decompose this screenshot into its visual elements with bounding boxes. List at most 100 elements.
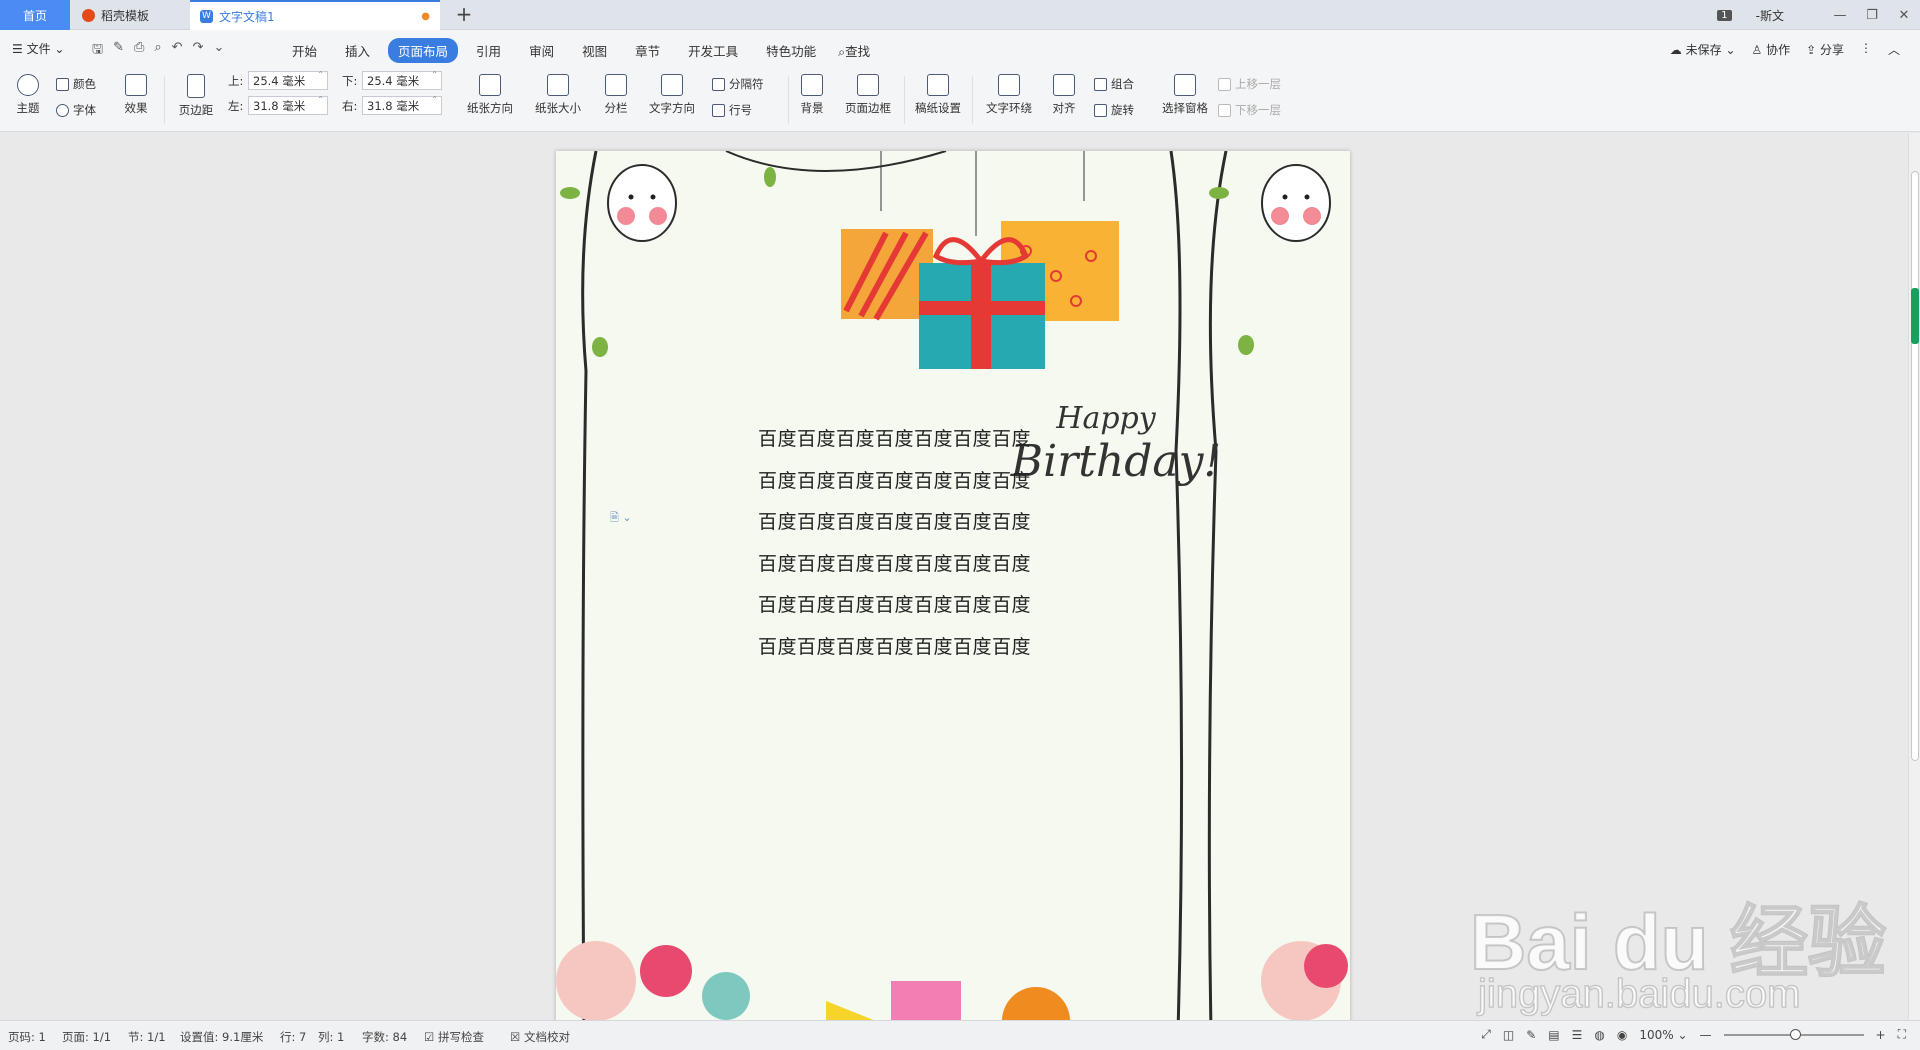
font-button[interactable]: 字体 bbox=[56, 102, 96, 118]
document-page[interactable]: Happy Birthday! 🗎 ⌄ 百度百度百度百度百度百度百度 百度百度百… bbox=[556, 151, 1350, 1020]
body-line[interactable]: 百度百度百度百度百度百度百度 bbox=[758, 461, 1058, 503]
status-col[interactable]: 列: 1 bbox=[318, 1029, 344, 1045]
selection-pane-button[interactable]: 选择窗格 bbox=[1158, 74, 1212, 116]
bring-forward-button[interactable]: 上移一层 bbox=[1218, 76, 1281, 92]
status-row[interactable]: 行: 7 bbox=[280, 1029, 306, 1045]
paragraph-layout-icon[interactable]: 🗎 ⌄ bbox=[610, 509, 632, 528]
save-icon[interactable]: 🖫 bbox=[92, 40, 103, 62]
window-count-badge[interactable]: 1 bbox=[1717, 9, 1732, 21]
tab-developer[interactable]: 开发工具 bbox=[678, 38, 748, 63]
margin-left-input[interactable]: 31.8 毫米 bbox=[248, 95, 328, 115]
collab-button[interactable]: ♙ 协作 bbox=[1752, 41, 1791, 58]
align-button[interactable]: 对齐 bbox=[1046, 74, 1082, 116]
print-icon[interactable]: ⎙ bbox=[134, 40, 144, 62]
line-numbers-button[interactable]: 行号 bbox=[712, 102, 752, 118]
text-direction-button[interactable]: 文字方向 bbox=[642, 74, 702, 116]
tab-view[interactable]: 视图 bbox=[572, 38, 617, 63]
redo-icon[interactable]: ↷ bbox=[193, 40, 204, 62]
send-backward-icon bbox=[1218, 103, 1231, 117]
zoom-slider[interactable] bbox=[1723, 1028, 1864, 1040]
fullscreen-icon[interactable]: ⤢ bbox=[1481, 1027, 1491, 1042]
body-line[interactable]: 百度百度百度百度百度百度百度 bbox=[758, 502, 1058, 544]
tab-references[interactable]: 引用 bbox=[466, 38, 511, 63]
send-backward-button[interactable]: 下移一层 bbox=[1218, 102, 1281, 118]
spell-check-button[interactable]: ☑ 拼写检查 bbox=[424, 1029, 484, 1045]
collapse-ribbon-icon[interactable]: ︿ bbox=[1888, 41, 1900, 58]
reading-mode-icon[interactable]: ◫ bbox=[1503, 1028, 1514, 1042]
background-label: 背景 bbox=[800, 101, 824, 115]
tab-features[interactable]: 特色功能 bbox=[756, 38, 826, 63]
separator-button[interactable]: 分隔符 bbox=[712, 76, 764, 92]
page-view-icon[interactable]: ▤ bbox=[1548, 1028, 1559, 1042]
tab-home[interactable]: 首页 bbox=[0, 0, 70, 30]
body-line[interactable]: 百度百度百度百度百度百度百度 bbox=[758, 544, 1058, 586]
scroll-thumb[interactable] bbox=[1911, 171, 1919, 761]
margin-bottom-input[interactable]: 25.4 毫米 bbox=[362, 70, 442, 90]
font-icon bbox=[56, 103, 69, 117]
tab-section[interactable]: 章节 bbox=[625, 38, 670, 63]
zoom-out-icon[interactable]: — bbox=[1700, 1028, 1712, 1042]
undo-icon[interactable]: ↶ bbox=[172, 40, 183, 62]
margin-top-input[interactable]: 25.4 毫米 bbox=[248, 70, 328, 90]
share-button[interactable]: ⇪ 分享 bbox=[1806, 41, 1844, 58]
manuscript-button[interactable]: 稿纸设置 bbox=[910, 74, 966, 116]
tab-template[interactable]: 稻壳模板 bbox=[72, 0, 188, 30]
group-button[interactable]: 组合 bbox=[1094, 76, 1134, 92]
background-button[interactable]: 背景 bbox=[794, 74, 830, 116]
edit-mode-icon[interactable]: ✎ bbox=[1526, 1028, 1536, 1042]
tab-document[interactable]: W 文字文稿1 ● bbox=[190, 0, 440, 30]
orientation-button[interactable]: 纸张方向 bbox=[460, 74, 520, 116]
format-painter-icon[interactable]: ✎ bbox=[113, 40, 124, 62]
zoom-level[interactable]: 100% ⌄ bbox=[1639, 1028, 1687, 1042]
restore-icon[interactable]: ❐ bbox=[1856, 8, 1888, 23]
tab-page-layout[interactable]: 页面布局 bbox=[388, 38, 459, 63]
tab-review[interactable]: 审阅 bbox=[519, 38, 564, 63]
unsaved-button[interactable]: ☁ 未保存 ⌄ bbox=[1670, 41, 1736, 58]
web-view-icon[interactable]: ◍ bbox=[1594, 1028, 1604, 1042]
status-pages[interactable]: 页面: 1/1 bbox=[62, 1029, 111, 1045]
theme-button[interactable]: 主题 bbox=[8, 74, 48, 116]
tab-start[interactable]: 开始 bbox=[282, 38, 327, 63]
zoom-in-icon[interactable]: + bbox=[1876, 1028, 1886, 1042]
share-icon: ⇪ bbox=[1806, 43, 1820, 57]
color-button[interactable]: 颜色 bbox=[56, 76, 96, 92]
zoom-slider-knob[interactable] bbox=[1789, 1028, 1801, 1040]
text-direction-icon bbox=[661, 74, 683, 96]
new-tab-button[interactable]: + bbox=[452, 3, 476, 27]
page-border-button[interactable]: 页面边框 bbox=[840, 74, 896, 116]
print-preview-icon[interactable]: ⌕ bbox=[154, 40, 161, 62]
columns-button[interactable]: 分栏 bbox=[596, 74, 636, 116]
body-line[interactable]: 百度百度百度百度百度百度百度 bbox=[758, 419, 1058, 461]
status-page-no[interactable]: 页码: 1 bbox=[8, 1029, 46, 1045]
vertical-scrollbar[interactable] bbox=[1908, 133, 1920, 1020]
effect-label: 效果 bbox=[124, 101, 148, 115]
user-account[interactable]: -斯文 bbox=[1756, 7, 1784, 24]
body-line[interactable]: 百度百度百度百度百度百度百度 bbox=[758, 627, 1058, 669]
text-wrap-button[interactable]: 文字环绕 bbox=[978, 74, 1040, 116]
more-icon[interactable]: ⋮ bbox=[1860, 41, 1872, 58]
body-line[interactable]: 百度百度百度百度百度百度百度 bbox=[758, 585, 1058, 627]
paper-size-label: 纸张大小 bbox=[535, 101, 581, 115]
status-words[interactable]: 字数: 84 bbox=[362, 1029, 407, 1045]
close-icon[interactable]: ✕ bbox=[1888, 8, 1920, 23]
document-body[interactable]: 百度百度百度百度百度百度百度 百度百度百度百度百度百度百度 百度百度百度百度百度… bbox=[758, 419, 1058, 668]
document-workspace[interactable]: Happy Birthday! 🗎 ⌄ 百度百度百度百度百度百度百度 百度百度百… bbox=[0, 133, 1908, 1020]
margins-button[interactable]: 页边距 bbox=[172, 74, 220, 118]
status-section[interactable]: 节: 1/1 bbox=[128, 1029, 166, 1045]
file-menu[interactable]: ☰ 文件 ⌄ bbox=[12, 40, 64, 57]
fit-page-icon[interactable]: ⛶ bbox=[1898, 1027, 1906, 1042]
proofread-button[interactable]: ☒ 文档校对 bbox=[510, 1029, 570, 1045]
status-setting[interactable]: 设置值: 9.1厘米 bbox=[180, 1029, 263, 1045]
paper-size-button[interactable]: 纸张大小 bbox=[530, 74, 586, 116]
search-button[interactable]: ⌕查找 bbox=[834, 38, 874, 63]
customize-icon[interactable]: ⌄ bbox=[213, 40, 224, 62]
margin-right-input[interactable]: 31.8 毫米 bbox=[362, 95, 442, 115]
selection-pane-icon bbox=[1174, 74, 1196, 96]
tab-insert[interactable]: 插入 bbox=[335, 38, 380, 63]
eye-protection-icon[interactable]: ◉ bbox=[1617, 1028, 1627, 1042]
outline-view-icon[interactable]: ☰ bbox=[1572, 1028, 1583, 1042]
effect-button[interactable]: 效果 bbox=[118, 74, 154, 116]
minimize-icon[interactable]: — bbox=[1824, 8, 1856, 23]
rotate-button[interactable]: 旋转 bbox=[1094, 102, 1134, 118]
theme-label: 主题 bbox=[16, 101, 40, 115]
